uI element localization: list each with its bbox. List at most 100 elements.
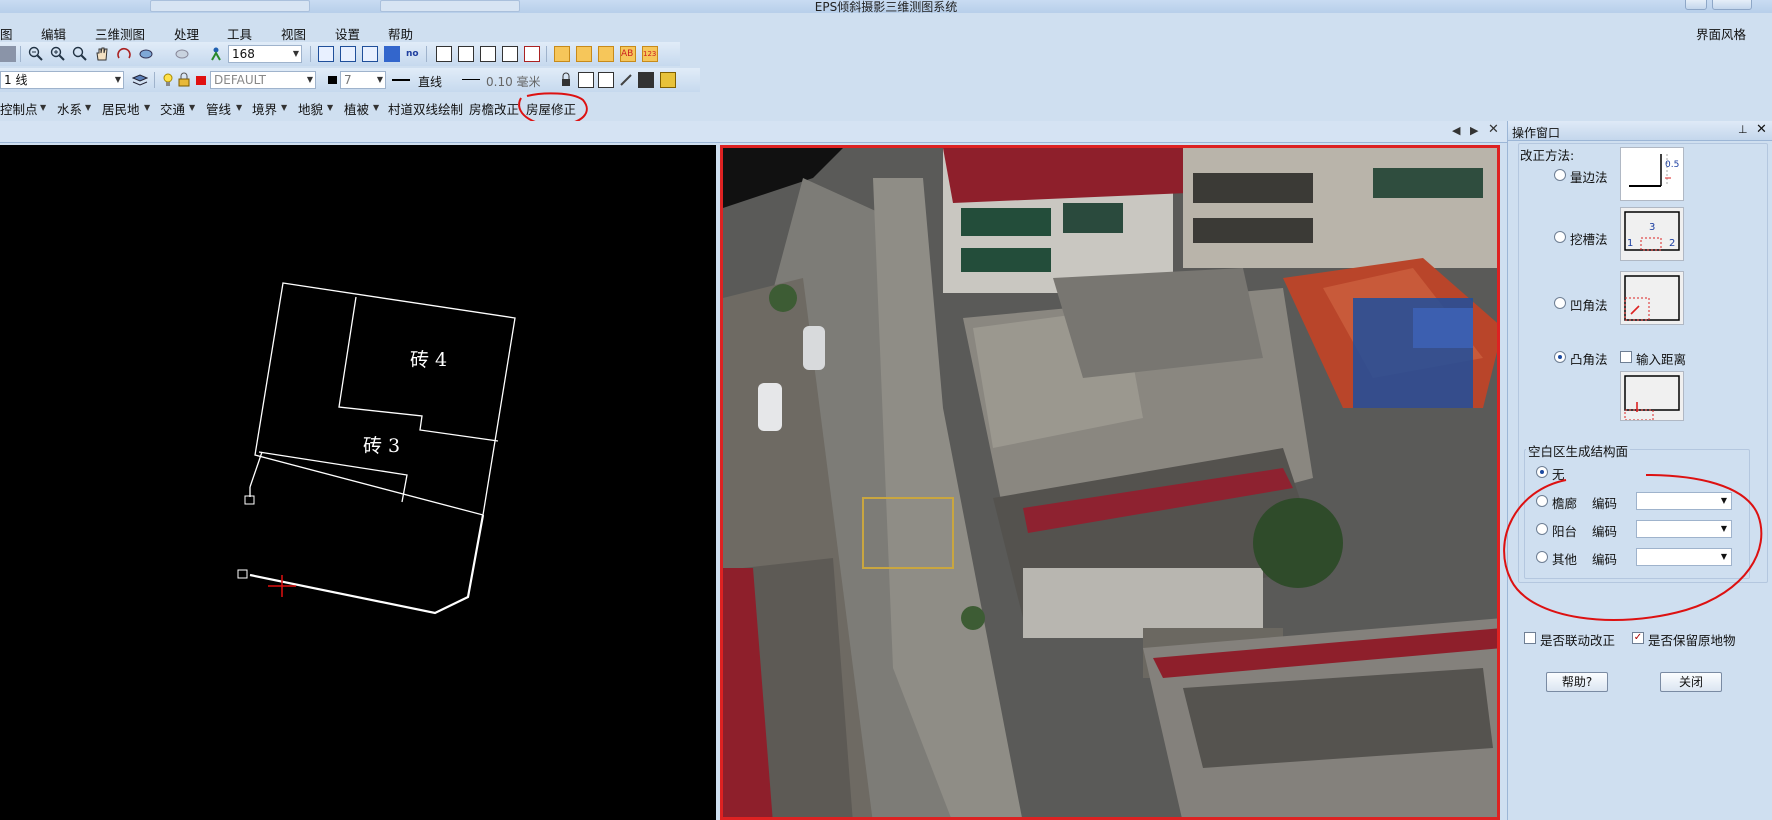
measure-value: 0.5	[1665, 160, 1680, 170]
method-convex-label[interactable]: 凸角法	[1570, 349, 1608, 368]
lock-layer-icon[interactable]	[558, 72, 574, 88]
pan-hand-icon[interactable]	[94, 46, 110, 62]
oblique-photo-view[interactable]	[720, 145, 1500, 820]
blank-corridor-radio[interactable]	[1536, 495, 1548, 507]
linked-fix-label[interactable]: 是否联动改正	[1540, 630, 1615, 649]
grid-split-icon[interactable]	[340, 46, 356, 62]
feature-village-road[interactable]: 村道双线绘制	[388, 99, 463, 118]
close-window-button[interactable]	[1712, 0, 1752, 10]
feature-control-points[interactable]: 控制点	[0, 99, 38, 118]
menu-item-process[interactable]: 处理	[174, 24, 199, 43]
table-view-icon[interactable]	[362, 46, 378, 62]
image-edit-icon[interactable]	[458, 46, 474, 62]
blank-other-radio[interactable]	[1536, 551, 1548, 563]
menu-item-view[interactable]: 视图	[281, 24, 306, 43]
snap-line-icon[interactable]	[576, 46, 592, 62]
keep-original-label[interactable]: 是否保留原地物	[1648, 630, 1736, 649]
snap-point-icon[interactable]	[554, 46, 570, 62]
menu-item-help[interactable]: 帮助	[388, 24, 413, 43]
text-style-icon[interactable]: AB	[620, 46, 636, 62]
undo-view-icon[interactable]	[174, 46, 190, 62]
walk-icon[interactable]	[208, 46, 224, 62]
layer-combo[interactable]: 1 线 ▼	[0, 71, 124, 89]
blank-corridor-label[interactable]: 檐廊	[1552, 493, 1577, 512]
chevron-down-icon: ▼	[376, 75, 383, 84]
blank-balcony-label[interactable]: 阳台	[1552, 521, 1577, 540]
zoom-window-icon[interactable]	[72, 46, 88, 62]
feature-landform[interactable]: 地貌	[298, 99, 323, 118]
interface-style-menu[interactable]: 界面风格	[1696, 24, 1746, 43]
pin-icon[interactable]: ⊥	[1738, 123, 1748, 136]
layers-icon[interactable]	[131, 72, 149, 88]
balcony-code-select[interactable]: ▼	[1636, 520, 1732, 538]
feature-boundary[interactable]: 境界	[252, 99, 277, 118]
lightbulb-icon[interactable]	[160, 72, 176, 88]
other-code-select[interactable]: ▼	[1636, 548, 1732, 566]
blank-other-label[interactable]: 其他	[1552, 549, 1577, 568]
properties-icon[interactable]	[598, 72, 614, 88]
image-icon[interactable]	[436, 46, 452, 62]
feature-pipelines[interactable]: 管线	[206, 99, 231, 118]
feature-house-correction[interactable]: 房屋修正	[526, 99, 576, 118]
close-button[interactable]: 关闭	[1660, 672, 1722, 692]
input-distance-label[interactable]: 输入距离	[1636, 349, 1686, 368]
lock-icon[interactable]	[176, 72, 192, 88]
tab-scroll-right-icon[interactable]: ▶	[1470, 124, 1478, 137]
print-icon[interactable]	[0, 46, 16, 62]
help-button[interactable]: 帮助?	[1546, 672, 1608, 692]
line-type-value[interactable]: 直线	[418, 73, 442, 90]
toolbar-separator	[154, 72, 155, 88]
method-groove-radio[interactable]	[1554, 231, 1566, 243]
method-measure-label[interactable]: 量边法	[1570, 167, 1608, 186]
refresh-view-icon[interactable]	[138, 46, 154, 62]
snap-grid-icon[interactable]	[598, 46, 614, 62]
no-snap-icon[interactable]: no	[406, 46, 422, 62]
number-icon[interactable]: 123	[642, 46, 658, 62]
method-concave-label[interactable]: 凹角法	[1570, 295, 1608, 314]
restore-button[interactable]	[1685, 0, 1707, 10]
image-remove-icon[interactable]	[524, 46, 540, 62]
method-convex-radio[interactable]	[1554, 351, 1566, 363]
menu-item-settings[interactable]: 设置	[335, 24, 360, 43]
width-combo[interactable]: 7 ▼	[340, 71, 386, 89]
blank-none-label[interactable]: 无	[1552, 464, 1565, 483]
color-combo[interactable]: DEFAULT ▼	[210, 71, 316, 89]
method-measure-radio[interactable]	[1554, 169, 1566, 181]
line-width-swatch-icon[interactable]	[328, 76, 337, 84]
menu-item-map[interactable]: 图	[0, 24, 13, 43]
blank-balcony-radio[interactable]	[1536, 523, 1548, 535]
menu-item-tools[interactable]: 工具	[227, 24, 252, 43]
blank-none-radio[interactable]	[1536, 466, 1548, 478]
scale-combo[interactable]: 168 ▼	[228, 45, 302, 63]
feature-eave-correction[interactable]: 房檐改正	[469, 99, 519, 118]
method-concave-radio[interactable]	[1554, 297, 1566, 309]
close-document-icon[interactable]: ✕	[1488, 122, 1499, 137]
linked-fix-checkbox[interactable]	[1524, 632, 1536, 644]
line-width-value[interactable]: 0.10 毫米	[486, 73, 541, 90]
image-link-icon[interactable]	[480, 46, 496, 62]
zoom-out-icon[interactable]	[28, 46, 44, 62]
rotate-icon[interactable]	[116, 46, 132, 62]
brush-icon[interactable]	[618, 72, 634, 88]
keep-original-checkbox[interactable]: ✓	[1632, 632, 1644, 644]
refresh-icon[interactable]	[578, 72, 594, 88]
feature-vegetation[interactable]: 植被	[344, 99, 369, 118]
feature-residential[interactable]: 居民地	[102, 99, 140, 118]
grid-view-icon[interactable]	[318, 46, 334, 62]
feature-traffic[interactable]: 交通	[160, 99, 185, 118]
tab-scroll-left-icon[interactable]: ◀	[1452, 124, 1460, 137]
feature-water[interactable]: 水系	[57, 99, 82, 118]
menu-item-3d-mapping[interactable]: 三维测图	[95, 24, 145, 43]
close-icon[interactable]: ✕	[1756, 122, 1767, 137]
image-cut-icon[interactable]	[502, 46, 518, 62]
grid-fill-icon[interactable]	[384, 46, 400, 62]
zoom-in-icon[interactable]	[50, 46, 66, 62]
monitor-icon[interactable]	[638, 72, 654, 88]
cad-canvas[interactable]: 砖 4 砖 3	[0, 145, 716, 820]
corridor-code-select[interactable]: ▼	[1636, 492, 1732, 510]
method-groove-label[interactable]: 挖槽法	[1570, 229, 1608, 248]
box-3d-icon[interactable]	[660, 72, 676, 88]
input-distance-checkbox[interactable]	[1620, 351, 1632, 363]
color-swatch-icon[interactable]	[196, 76, 206, 85]
menu-item-edit[interactable]: 编辑	[41, 24, 66, 43]
